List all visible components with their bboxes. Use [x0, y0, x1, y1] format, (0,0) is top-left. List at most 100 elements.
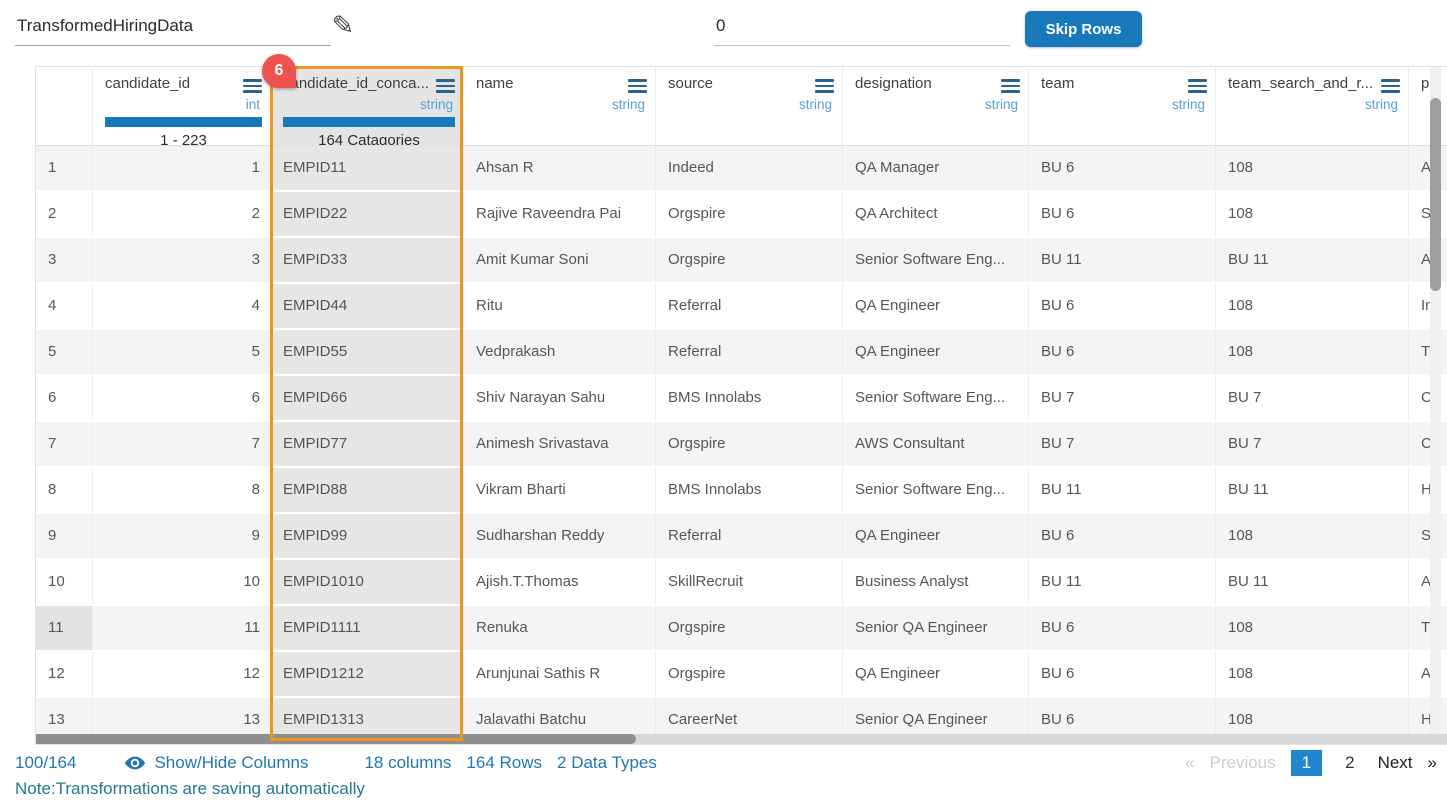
table-cell[interactable]: Orgspire [656, 192, 843, 236]
table-cell[interactable]: Orgspire [656, 606, 843, 650]
show-hide-columns-button[interactable]: Show/Hide Columns [124, 752, 308, 774]
table-cell[interactable]: CareerNet [656, 698, 843, 736]
table-cell[interactable]: EMPID77 [271, 422, 464, 466]
table-cell[interactable]: Referral [656, 284, 843, 328]
table-cell[interactable]: EMPID1111 [271, 606, 464, 650]
edit-pencil-icon[interactable]: ✎ [331, 10, 354, 41]
table-cell[interactable]: Business Analyst [843, 560, 1029, 604]
row-number[interactable]: 13 [36, 698, 93, 736]
row-number[interactable]: 7 [36, 422, 93, 466]
table-cell[interactable]: 11 [93, 606, 271, 650]
table-cell[interactable]: C [1409, 422, 1447, 466]
table-cell[interactable]: 5 [93, 330, 271, 374]
page-2-button[interactable]: 2 [1337, 751, 1362, 775]
table-cell[interactable]: In [1409, 284, 1447, 328]
previous-page-arrow[interactable]: « [1185, 753, 1194, 773]
next-page-button[interactable]: Next [1378, 753, 1413, 773]
table-cell[interactable]: Vedprakash [464, 330, 656, 374]
table-cell[interactable]: 4 [93, 284, 271, 328]
horizontal-scrollbar-track[interactable] [36, 734, 1447, 744]
table-cell[interactable]: Sudharshan Reddy [464, 514, 656, 558]
table-cell[interactable]: BU 7 [1216, 376, 1409, 420]
table-cell[interactable]: Shiv Narayan Sahu [464, 376, 656, 420]
table-cell[interactable]: EMPID44 [271, 284, 464, 328]
table-cell[interactable]: BMS Innolabs [656, 468, 843, 512]
table-cell[interactable]: BU 6 [1029, 192, 1216, 236]
table-cell[interactable]: EMPID99 [271, 514, 464, 558]
table-cell[interactable]: BU 7 [1029, 376, 1216, 420]
table-cell[interactable]: BU 11 [1029, 468, 1216, 512]
table-cell[interactable]: EMPID88 [271, 468, 464, 512]
row-number[interactable]: 10 [36, 560, 93, 604]
table-cell[interactable]: Ajish.T.Thomas [464, 560, 656, 604]
column-menu-icon[interactable] [436, 75, 455, 96]
column-menu-icon[interactable] [815, 75, 834, 96]
table-cell[interactable]: BU 7 [1029, 422, 1216, 466]
row-number[interactable]: 1 [36, 146, 93, 190]
row-number[interactable]: 5 [36, 330, 93, 374]
table-cell[interactable]: A [1409, 560, 1447, 604]
table-cell[interactable]: C [1409, 376, 1447, 420]
next-page-arrow[interactable]: » [1428, 753, 1437, 773]
row-number[interactable]: 6 [36, 376, 93, 420]
table-cell[interactable]: Senior QA Engineer [843, 698, 1029, 736]
table-cell[interactable]: Renuka [464, 606, 656, 650]
table-cell[interactable]: 9 [93, 514, 271, 558]
table-cell[interactable]: H [1409, 698, 1447, 736]
vertical-scrollbar-thumb[interactable] [1430, 98, 1441, 291]
table-cell[interactable]: Senior Software Eng... [843, 376, 1029, 420]
table-cell[interactable]: 108 [1216, 698, 1409, 736]
table-cell[interactable]: A [1409, 238, 1447, 282]
row-number[interactable]: 11 [36, 606, 93, 650]
table-cell[interactable]: QA Engineer [843, 284, 1029, 328]
table-cell[interactable]: S [1409, 514, 1447, 558]
table-cell[interactable]: BU 6 [1029, 606, 1216, 650]
table-cell[interactable]: 10 [93, 560, 271, 604]
row-number[interactable]: 12 [36, 652, 93, 696]
table-cell[interactable]: Rajive Raveendra Pai [464, 192, 656, 236]
table-cell[interactable]: QA Engineer [843, 514, 1029, 558]
table-cell[interactable]: Vikram Bharti [464, 468, 656, 512]
table-cell[interactable]: Referral [656, 330, 843, 374]
table-cell[interactable]: EMPID22 [271, 192, 464, 236]
table-cell[interactable]: 108 [1216, 284, 1409, 328]
table-cell[interactable]: H [1409, 468, 1447, 512]
table-cell[interactable]: A [1409, 146, 1447, 190]
row-number[interactable]: 4 [36, 284, 93, 328]
table-cell[interactable]: Senior Software Eng... [843, 238, 1029, 282]
table-cell[interactable]: 6 [93, 376, 271, 420]
column-menu-icon[interactable] [1381, 75, 1400, 96]
vertical-scrollbar-track[interactable] [1430, 67, 1441, 736]
table-cell[interactable]: 108 [1216, 652, 1409, 696]
table-cell[interactable]: Jalavathi Batchu [464, 698, 656, 736]
table-cell[interactable]: Senior QA Engineer [843, 606, 1029, 650]
column-menu-icon[interactable] [243, 75, 262, 96]
table-cell[interactable]: 108 [1216, 146, 1409, 190]
table-cell[interactable]: EMPID1313 [271, 698, 464, 736]
table-cell[interactable]: EMPID1212 [271, 652, 464, 696]
table-cell[interactable]: T [1409, 330, 1447, 374]
table-cell[interactable]: T [1409, 606, 1447, 650]
table-cell[interactable]: QA Engineer [843, 330, 1029, 374]
table-cell[interactable]: EMPID66 [271, 376, 464, 420]
table-cell[interactable]: BU 11 [1029, 238, 1216, 282]
table-cell[interactable]: 2 [93, 192, 271, 236]
previous-page-button[interactable]: Previous [1209, 753, 1275, 773]
table-cell[interactable]: SkillRecruit [656, 560, 843, 604]
table-cell[interactable]: BU 7 [1216, 422, 1409, 466]
table-cell[interactable]: S [1409, 192, 1447, 236]
table-cell[interactable]: BU 6 [1029, 514, 1216, 558]
row-number[interactable]: 8 [36, 468, 93, 512]
table-cell[interactable]: Orgspire [656, 422, 843, 466]
column-menu-icon[interactable] [628, 75, 647, 96]
row-number[interactable]: 3 [36, 238, 93, 282]
column-menu-icon[interactable] [1001, 75, 1020, 96]
table-cell[interactable]: Amit Kumar Soni [464, 238, 656, 282]
transformation-count-badge[interactable]: 6 [262, 54, 296, 88]
table-cell[interactable]: BU 11 [1216, 468, 1409, 512]
table-cell[interactable]: 3 [93, 238, 271, 282]
table-cell[interactable]: BU 11 [1216, 238, 1409, 282]
table-cell[interactable]: Senior Software Eng... [843, 468, 1029, 512]
horizontal-scrollbar-thumb[interactable] [36, 734, 636, 744]
table-cell[interactable]: 12 [93, 652, 271, 696]
